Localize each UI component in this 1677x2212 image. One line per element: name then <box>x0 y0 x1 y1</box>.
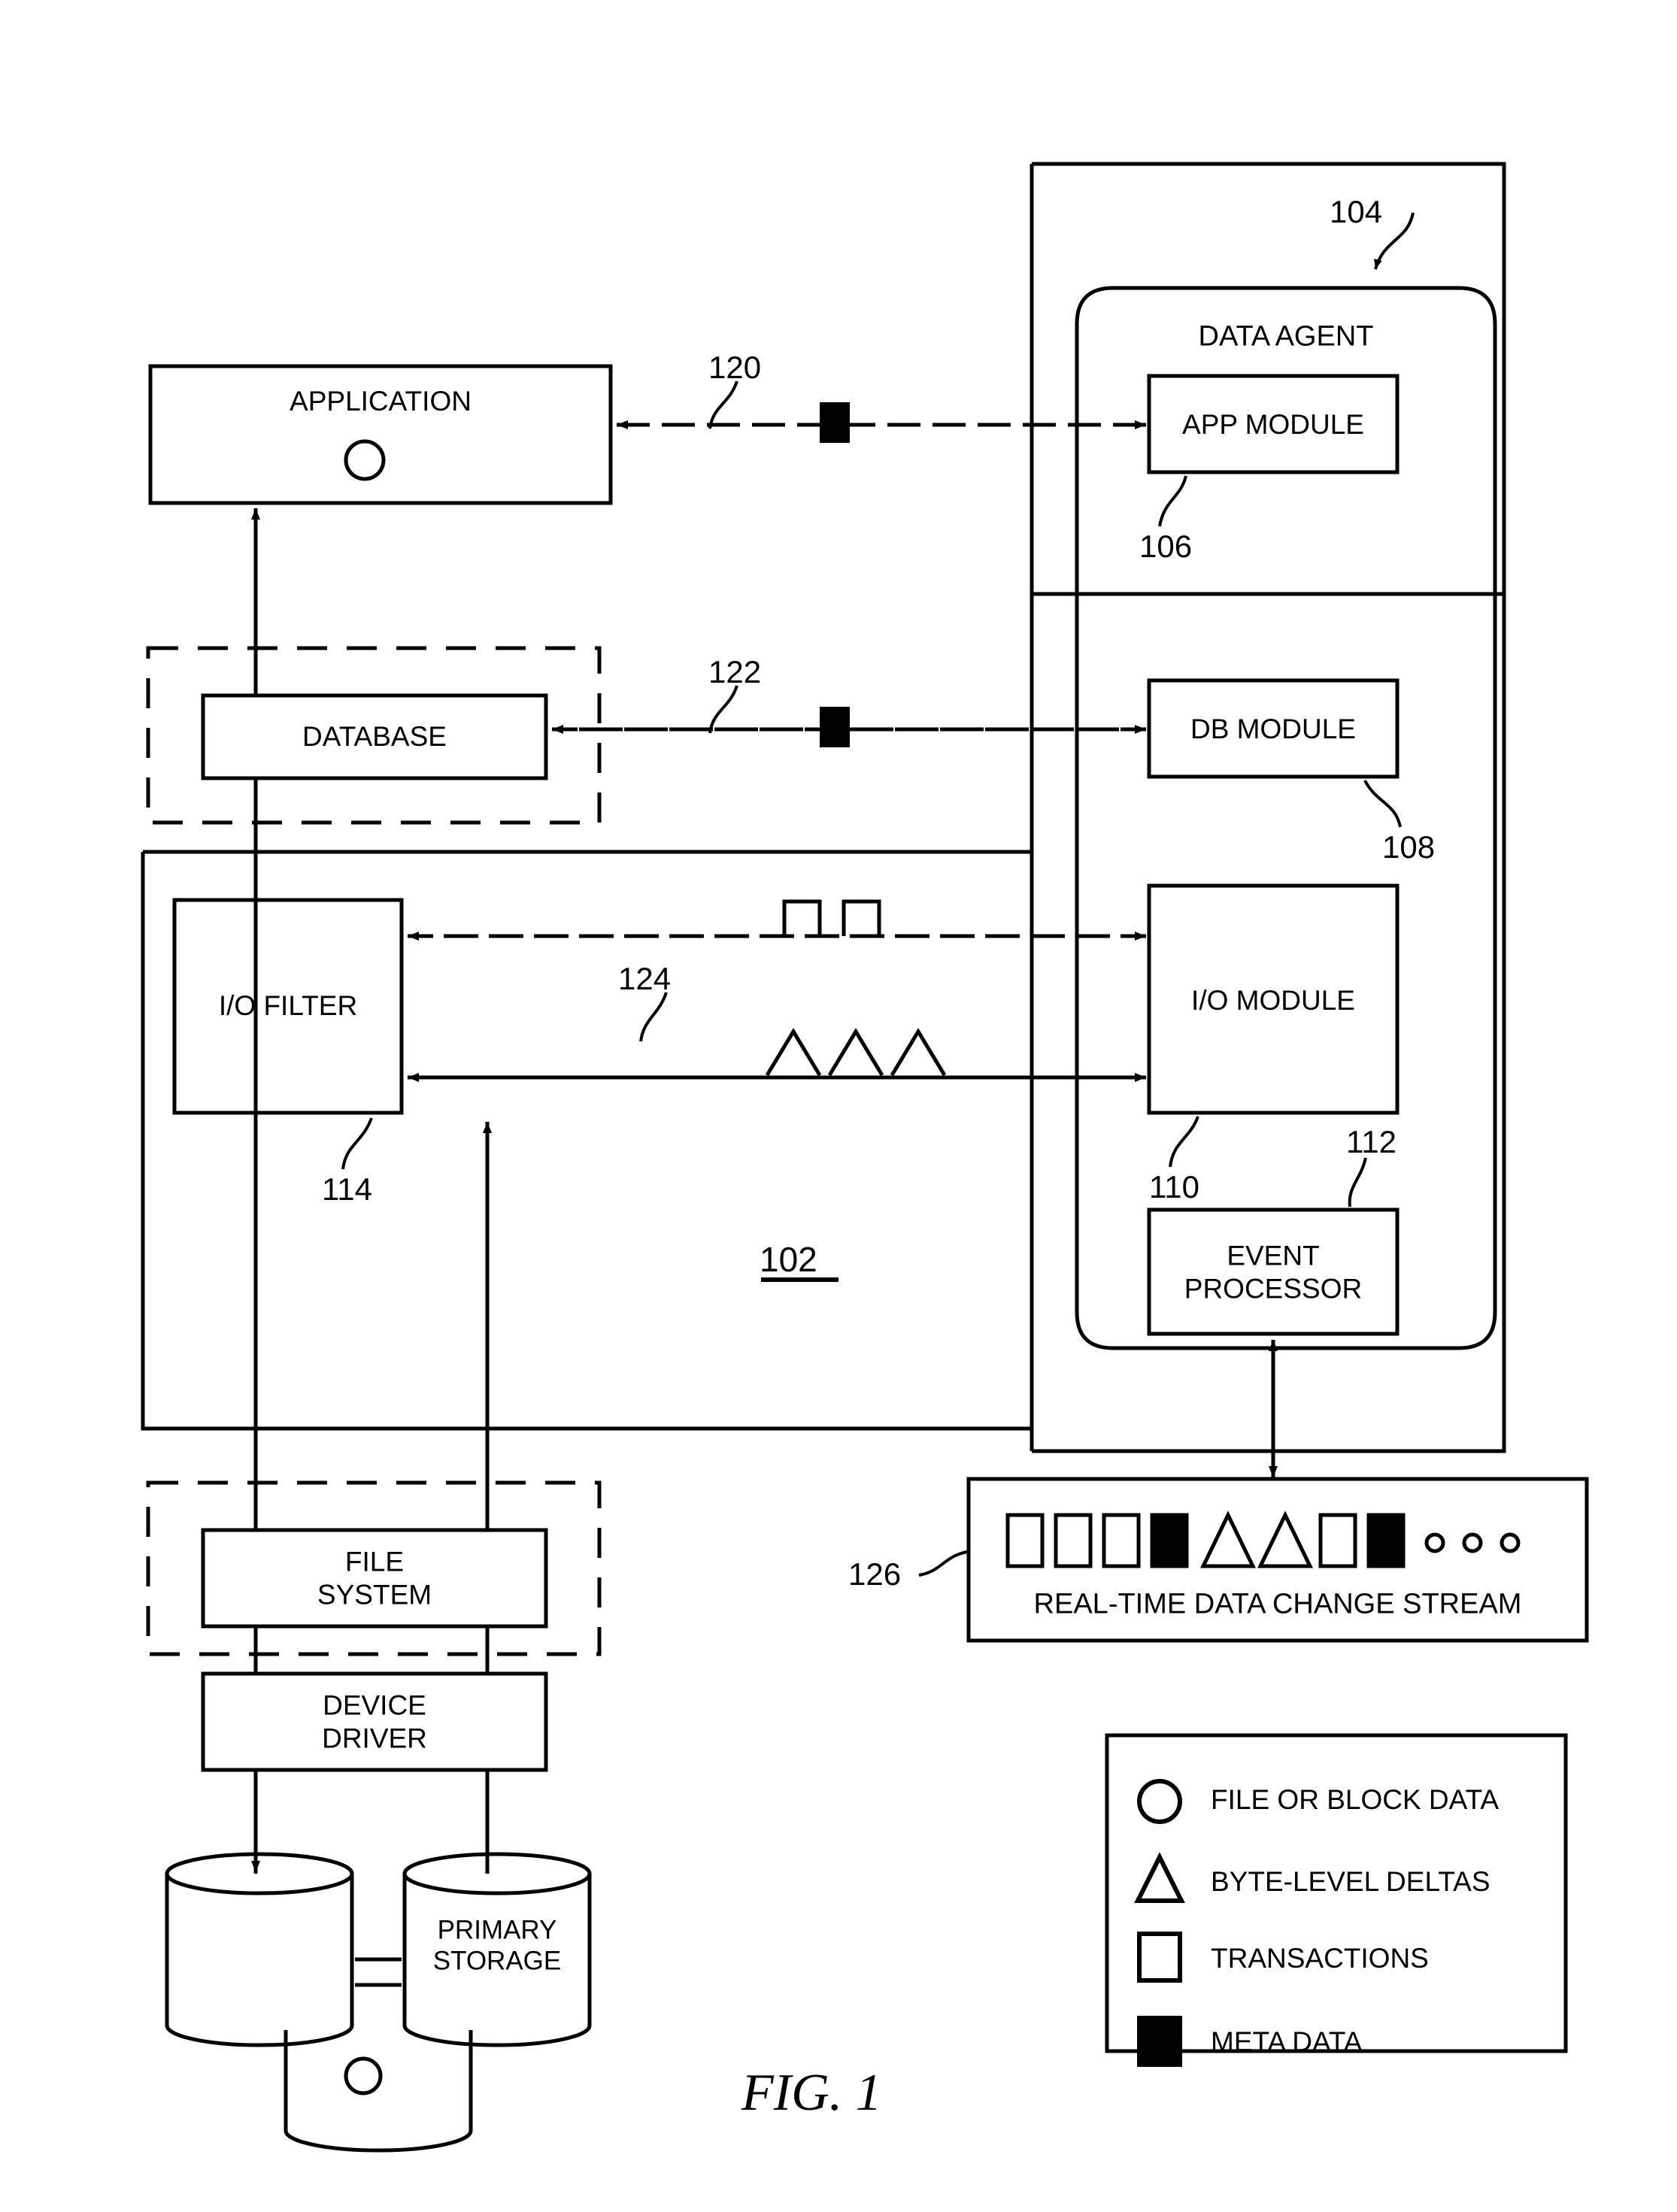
stream-glyph-row <box>1005 1511 1521 1568</box>
ref-104: 104 <box>1330 194 1383 229</box>
legend-filled-square-icon <box>1137 2016 1182 2067</box>
delta-triangle-1 <box>765 1028 822 1077</box>
legend-label-byte-level-deltas: BYTE-LEVEL DELTAS <box>1211 1866 1490 1897</box>
ref-120: 120 <box>708 350 762 385</box>
application-label: APPLICATION <box>290 386 472 417</box>
ref-126: 126 <box>848 1556 902 1592</box>
data-agent-container <box>1075 286 1497 1350</box>
primary-storage-label: PRIMARY STORAGE <box>432 1915 562 1976</box>
leader-106 <box>1158 475 1187 527</box>
file-system-label: FILE SYSTEM <box>317 1546 432 1610</box>
stream-glyph-triangle <box>1257 1511 1313 1568</box>
delta-triangle-2 <box>827 1028 884 1077</box>
cyl-bottom-circle-glyph <box>344 2056 383 2095</box>
ref-114: 114 <box>322 1171 372 1207</box>
event-processor-label: EVENT PROCESSOR <box>1184 1240 1363 1304</box>
data-agent-label: DATA AGENT <box>1198 320 1374 353</box>
cyl-left-top <box>165 1852 354 1895</box>
legend-label-meta-data: META DATA <box>1211 2026 1363 2057</box>
io-filter-label: I/O FILTER <box>218 990 358 1022</box>
ref-112: 112 <box>1346 1124 1396 1159</box>
stream-glyph-open-square <box>1102 1513 1141 1568</box>
db-module-label: DB MODULE <box>1190 714 1356 745</box>
legend-label-file-or-block-data: FILE OR BLOCK DATA <box>1211 1784 1500 1815</box>
leader-120 <box>708 380 738 429</box>
pulse-square-1 <box>782 899 822 936</box>
app-module-label: APP MODULE <box>1182 409 1364 441</box>
leader-122 <box>708 685 738 734</box>
patent-figure-page: APPLICATION DATABASE I/O FILTER FILE SYS… <box>0 0 1677 2212</box>
application-circle-glyph <box>344 439 386 481</box>
stream-glyph-triangle <box>1200 1511 1256 1568</box>
box102-left-bottom <box>141 852 1032 1431</box>
device-driver-label: DEVICE DRIVER <box>322 1689 427 1753</box>
stream-label: REAL-TIME DATA CHANGE STREAM <box>1033 1588 1522 1620</box>
leader-112 <box>1348 1157 1367 1208</box>
stream-glyph-open-square <box>1005 1513 1045 1568</box>
stream-glyph-filled-square <box>1150 1513 1189 1568</box>
metadata-marker-122 <box>820 707 850 747</box>
legend-triangle-icon <box>1134 1852 1185 1903</box>
leader-126 <box>918 1550 968 1577</box>
pulse-square-2 <box>842 899 881 936</box>
box102-top <box>143 850 1034 861</box>
leader-110 <box>1169 1116 1199 1168</box>
ref-124: 124 <box>618 961 672 996</box>
stream-glyph-dot <box>1500 1532 1521 1553</box>
database-label: DATABASE <box>302 721 447 753</box>
ref-110: 110 <box>1149 1169 1199 1204</box>
cyl-right-bottom <box>402 2025 592 2047</box>
legend-label-transactions: TRANSACTIONS <box>1211 1943 1429 1974</box>
leader-114 <box>341 1117 373 1170</box>
stream-glyph-open-square <box>1054 1513 1093 1568</box>
stream-glyph-filled-square <box>1366 1513 1406 1568</box>
legend-circle-icon <box>1137 1779 1182 1824</box>
io-module-label: I/O MODULE <box>1191 985 1355 1017</box>
legend-open-square-icon <box>1137 1932 1182 1983</box>
cyl-left-bottom <box>165 2025 354 2047</box>
delta-triangle-3 <box>890 1028 947 1077</box>
ref-102: 102 <box>760 1240 817 1279</box>
ref-106: 106 <box>1139 529 1193 564</box>
leader-108 <box>1363 780 1402 828</box>
cyl-bottom-bottom <box>284 2130 473 2153</box>
cyl-right-top <box>402 1852 592 1895</box>
legend-glyph-column <box>1134 1779 1185 2067</box>
ref-108: 108 <box>1382 829 1436 865</box>
stream-glyph-dot <box>1462 1532 1483 1553</box>
figure-caption: FIG. 1 <box>741 2064 882 2122</box>
ref-122: 122 <box>708 654 762 689</box>
leader-124 <box>639 992 668 1042</box>
stream-glyph-open-square <box>1318 1513 1357 1568</box>
stream-glyph-dot <box>1424 1532 1445 1553</box>
metadata-marker-120 <box>820 402 850 443</box>
